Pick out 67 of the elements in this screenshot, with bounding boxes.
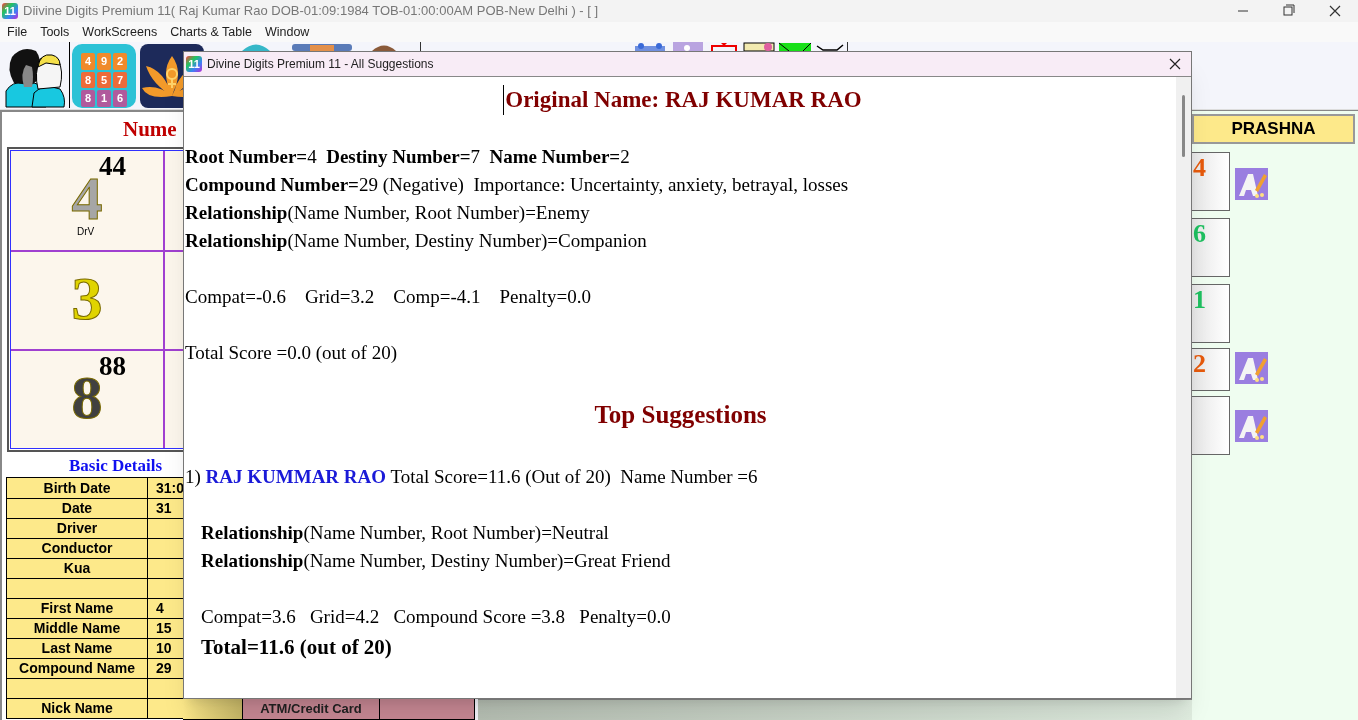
result-text: Relationship(Name Number, Destiny Number)=Great Friend	[201, 548, 671, 573]
table-cell: Conductor	[7, 539, 148, 558]
table-cell: 4	[148, 599, 183, 618]
pencil-icon[interactable]	[1235, 410, 1268, 442]
table-cell: Compound Name	[7, 659, 148, 678]
table-cell: 31:0	[148, 478, 183, 498]
table-cell: ATM/Credit Card	[242, 698, 380, 720]
suggestion-text: 1) RAJ KUMMAR RAO Total Score=11.6 (Out of 20) Name Number =6	[185, 464, 758, 489]
table-cell: Birth Date	[7, 478, 148, 498]
menu-item[interactable]: Window	[264, 22, 310, 42]
menu-item[interactable]: File	[7, 22, 28, 42]
total-text: Total=11.6 (out of 20)	[201, 634, 392, 662]
name-heading: Original Name: RAJ KUMAR RAO	[503, 85, 862, 115]
section-heading: Top Suggestions	[594, 400, 767, 431]
app-logo: 11	[2, 3, 18, 19]
result-text: Compat=3.6 Grid=4.2 Compound Score =3.8 Penalty=0.0	[201, 604, 671, 629]
number-tile: 2	[113, 53, 127, 70]
number-grid-icon[interactable]: 4 9 2 8 5 7 8 1 6	[72, 44, 136, 108]
number-tile: 4	[81, 53, 95, 70]
number-tile: 8	[81, 90, 95, 107]
grid-number: 3	[71, 273, 103, 322]
number-tile: 1	[97, 90, 111, 107]
result-text: Total Score =0.0 (out of 20)	[185, 340, 397, 365]
box-number: 4	[1193, 155, 1206, 181]
table-cell: 31	[148, 499, 183, 518]
panel-heading: Nume	[123, 116, 178, 142]
table-cell: 10	[148, 639, 183, 658]
result-text: Compound Number=29 (Negative) Importance: Uncertainty, anxiety, betrayal, losses	[185, 172, 849, 197]
pencil-icon[interactable]	[1235, 352, 1268, 384]
result-text: Relationship(Name Number, Root Number)=Enemy	[185, 200, 590, 225]
scrollbar-thumb[interactable]	[1182, 95, 1185, 157]
number-tile: 7	[113, 71, 127, 88]
table-cell: 29	[148, 659, 183, 678]
number-tile: 8	[81, 71, 95, 88]
table-cell: Kua	[7, 559, 148, 578]
number-tile: 5	[97, 71, 111, 88]
toolbar-icon[interactable]	[779, 42, 811, 51]
result-text: Root Number=4 Destiny Number=7 Name Number=2	[185, 144, 630, 169]
section-title: Basic Details	[69, 455, 164, 477]
grid-superscript: 88	[99, 353, 126, 380]
table-cell: First Name	[7, 599, 148, 618]
menu-item[interactable]: WorkScreens	[82, 22, 158, 42]
table-cell: Driver	[7, 519, 148, 538]
table-cell: 15	[148, 619, 183, 638]
number-tile: 9	[97, 53, 111, 70]
number-box	[1192, 396, 1230, 455]
grid-label: DrV	[77, 227, 95, 237]
box-number: 1	[1193, 287, 1206, 313]
app-logo: 11	[186, 56, 202, 72]
result-text: Compat=-0.6 Grid=3.2 Comp=-4.1 Penalty=0.0	[185, 284, 591, 309]
table-cell: Nick Name	[7, 699, 148, 718]
box-number: 2	[1193, 351, 1206, 377]
window-title: Diivine Digits Premium 11( Raj Kumar Rao DOB-01:09:1984 TOB-01:00:00AM POB-New Delhi ) - [ ]	[23, 2, 599, 21]
box-number: 6	[1193, 221, 1206, 247]
number-tile: 6	[113, 90, 127, 107]
column-header: PRASHNA	[1192, 114, 1355, 144]
result-text: Relationship(Name Number, Root Number)=Neutral	[201, 520, 609, 545]
menu-item[interactable]: Tools	[40, 22, 70, 42]
toolbar-icon[interactable]	[815, 42, 845, 51]
scrollbar[interactable]	[1176, 77, 1191, 698]
result-text: Relationship(Name Number, Destiny Number)=Companion	[185, 228, 647, 253]
pencil-icon[interactable]	[1235, 168, 1268, 200]
table-cell: Last Name	[7, 639, 148, 658]
dialog-title: Divine Digits Premium 11 - All Suggestions	[207, 56, 434, 73]
menu-item[interactable]: Charts & Table	[170, 22, 252, 42]
table-cell: Middle Name	[7, 619, 148, 638]
table-cell: Date	[7, 499, 148, 518]
